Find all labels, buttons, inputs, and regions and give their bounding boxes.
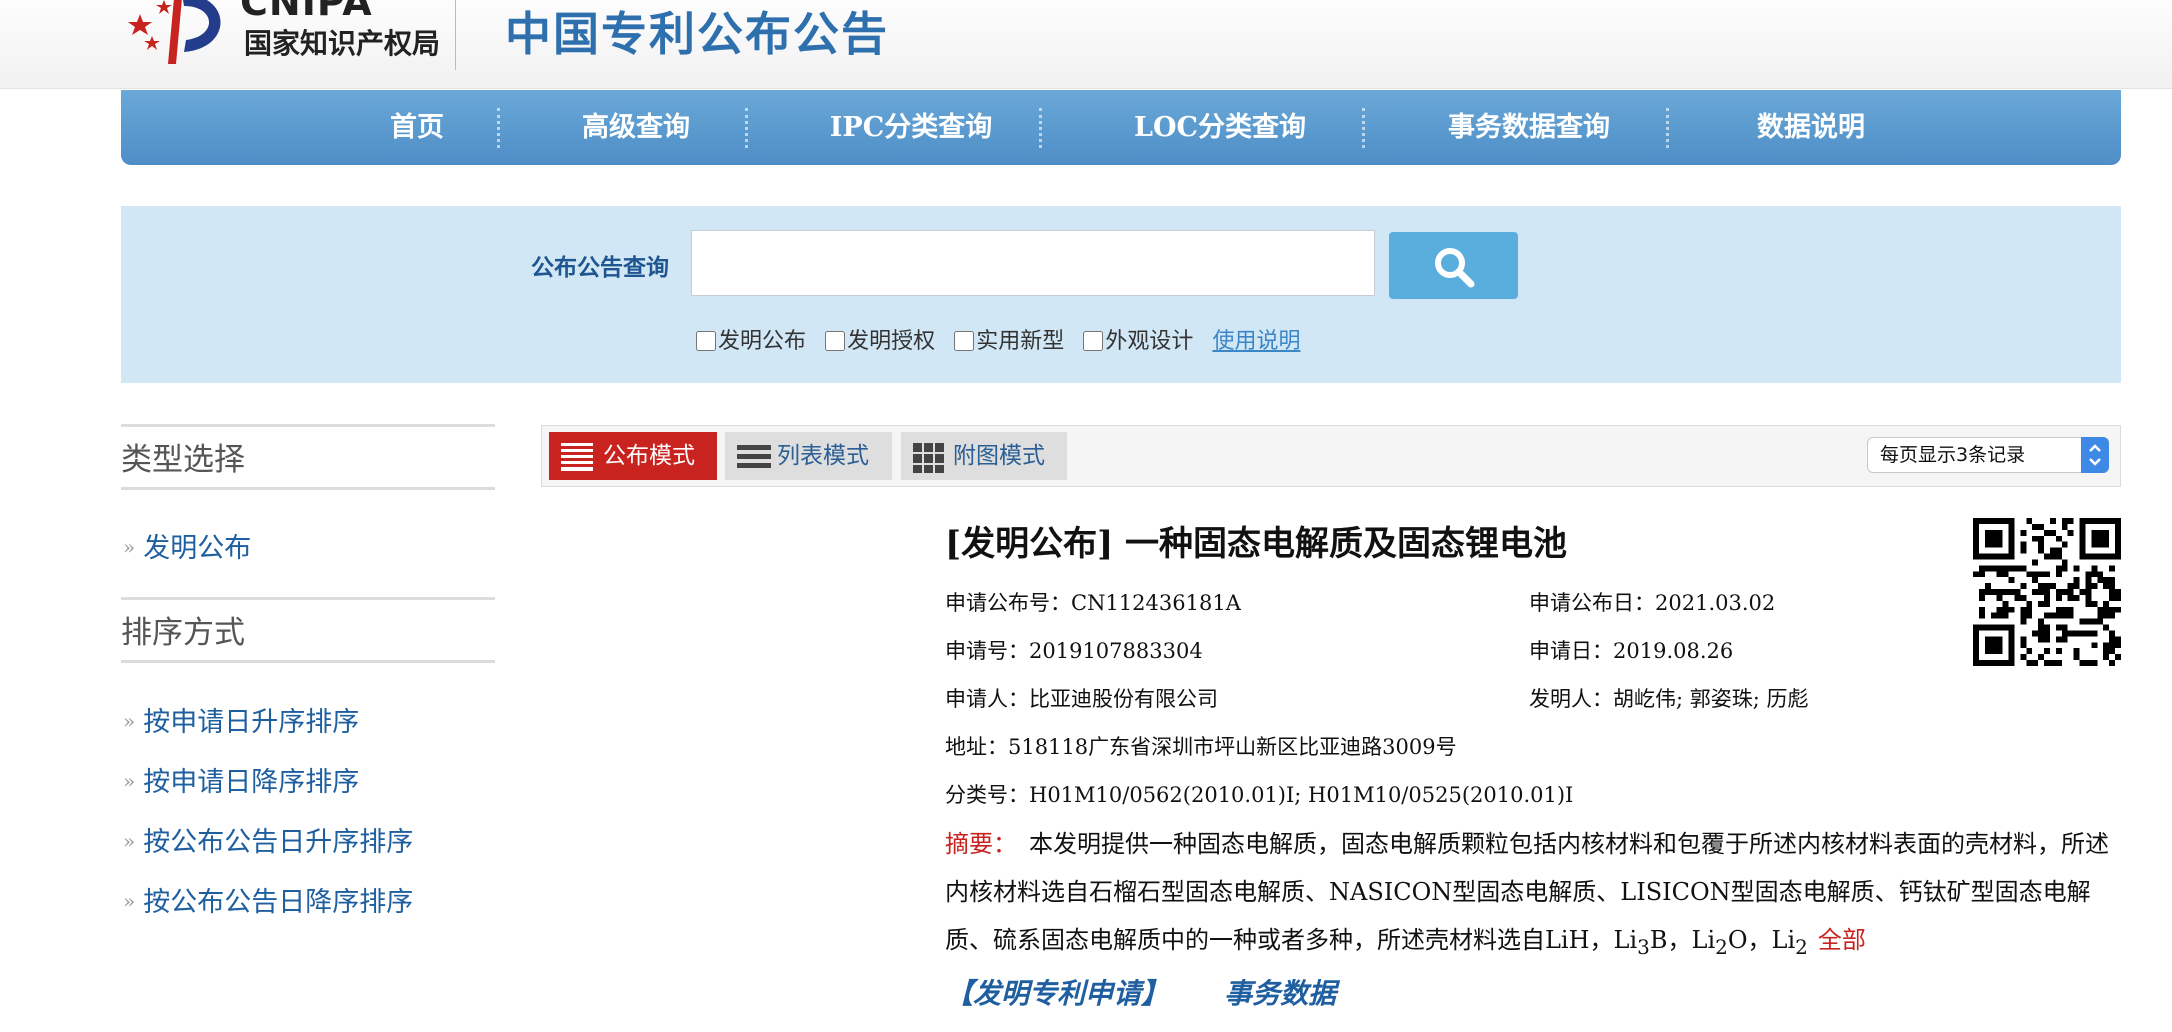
chevron-right-icon: » <box>123 709 136 733</box>
abstract-subscript: 2 <box>1795 934 1808 959</box>
site-title: 中国专利公布公告 <box>505 7 889 61</box>
search-button[interactable] <box>1389 232 1518 299</box>
abstract: 摘要： 本发明提供一种固态电解质，固态电解质颗粒包括内核材料和包覆于所述内核材料表… <box>945 820 2121 971</box>
inventor-field: 发明人：胡屹伟; 郭姿珠; 历彪 <box>1529 687 1809 711</box>
sort-appdate-desc[interactable]: » 按申请日降序排序 <box>123 760 359 799</box>
pub-number-field: 申请公布号：CN112436181A <box>945 591 1241 615</box>
abstract-text: 本发明提供一种固态电解质，固态电解质颗粒包括内核材料和包覆于所述内核材料表面的壳… <box>945 830 2109 954</box>
nav-home[interactable]: 首页 <box>347 90 487 165</box>
address-field: 地址：518118广东省深圳市坪山新区比亚迪路3009号 <box>945 735 1457 759</box>
nav-affairs-search[interactable]: 事务数据查询 <box>1397 90 1661 165</box>
qr-code <box>1973 518 2121 666</box>
pub-date-field: 申请公布日：2021.03.02 <box>1529 591 1776 615</box>
nav-data-description[interactable]: 数据说明 <box>1711 90 1911 165</box>
chevron-right-icon: » <box>123 769 136 793</box>
nav-separator <box>1362 108 1365 148</box>
sort-heading: 排序方式 <box>121 597 495 663</box>
checkbox[interactable] <box>825 331 846 351</box>
mode-list-button[interactable]: 列表模式 <box>725 432 892 480</box>
nav-separator <box>497 108 500 148</box>
select-stepper-icon <box>2081 437 2109 473</box>
abstract-subscript: 3 <box>1637 934 1650 959</box>
main-nav: 首页 高级查询 IPC分类查询 LOC分类查询 事务数据查询 数据说明 <box>121 90 2121 165</box>
mode-publication-button[interactable]: 公布模式 <box>549 432 717 480</box>
cnipa-logo[interactable]: CNIPA 国家知识产权局 <box>122 0 458 72</box>
app-number-field: 申请号：2019107883304 <box>945 639 1203 663</box>
sort-appdate-asc[interactable]: » 按申请日升序排序 <box>123 700 359 739</box>
classification-field: 分类号：H01M10/0562(2010.01)I; H01M10/0525(2… <box>945 783 1574 807</box>
abstract-text-cont: O，Li <box>1727 926 1796 954</box>
search-label: 公布公告查询 <box>531 254 669 281</box>
sort-pubdate-asc[interactable]: » 按公布公告日升序排序 <box>123 820 413 859</box>
nav-ipc-search[interactable]: IPC分类查询 <box>781 90 1041 165</box>
filter-invention-grant[interactable]: 发明授权 <box>825 323 935 355</box>
abstract-text-cont: B，Li <box>1649 926 1716 954</box>
chevron-right-icon: » <box>123 889 136 913</box>
list-icon <box>737 445 771 468</box>
mode-figure-button[interactable]: 附图模式 <box>901 432 1067 480</box>
checkbox[interactable] <box>696 331 716 351</box>
app-date-field: 申请日：2019.08.26 <box>1529 639 1734 663</box>
invention-application-link[interactable]: 【发明专利申请】 <box>945 977 1169 1010</box>
flag-icon <box>561 443 593 471</box>
sort-pubdate-desc[interactable]: » 按公布公告日降序排序 <box>123 880 413 919</box>
patent-title[interactable]: [发明公布] 一种固态电解质及固态锂电池 <box>945 516 1567 565</box>
checkbox[interactable] <box>1083 331 1104 351</box>
per-page-select[interactable]: 每页显示3条记录 <box>1867 437 2109 473</box>
filter-invention-publication[interactable]: 发明公布 <box>696 323 806 355</box>
applicant-field: 申请人：比亚迪股份有限公司 <box>945 687 1218 711</box>
checkbox[interactable] <box>954 331 975 351</box>
show-full-abstract-link[interactable]: 全部 <box>1818 926 1866 954</box>
cnipa-emblem-icon <box>128 0 221 64</box>
logo-chinese-text: 国家知识产权局 <box>244 27 441 60</box>
nav-separator <box>1666 108 1669 148</box>
affairs-data-link[interactable]: 事务数据 <box>1224 977 1336 1010</box>
nav-advanced-search[interactable]: 高级查询 <box>531 90 741 165</box>
search-icon <box>1435 248 1475 288</box>
grid-icon <box>913 443 944 473</box>
nav-separator <box>745 108 748 148</box>
header-divider <box>455 0 456 70</box>
chevron-right-icon: » <box>123 535 136 559</box>
filter-utility-model[interactable]: 实用新型 <box>954 323 1064 355</box>
abstract-label: 摘要： <box>945 830 1017 858</box>
type-select-heading: 类型选择 <box>121 424 495 490</box>
filter-design[interactable]: 外观设计 <box>1083 323 1193 355</box>
record-links: 【发明专利申请】 事务数据 <box>945 972 1336 1012</box>
type-filter-checkboxes: 发明公布 发明授权 实用新型 外观设计 使用说明 <box>696 323 1300 355</box>
search-input[interactable] <box>691 230 1375 296</box>
nav-loc-search[interactable]: LOC分类查询 <box>1085 90 1355 165</box>
view-mode-toolbar: 公布模式 列表模式 附图模式 每页显示3条记录 <box>541 425 2121 487</box>
search-panel: 公布公告查询 发明公布 发明授权 实用新型 外观设计 使用说明 <box>121 206 2121 383</box>
logo-english-text: CNIPA <box>240 0 373 24</box>
sidebar-item-invention-publication[interactable]: » 发明公布 <box>123 526 251 565</box>
nav-separator <box>1039 108 1042 148</box>
chevron-right-icon: » <box>123 829 136 853</box>
usage-help-link[interactable]: 使用说明 <box>1212 323 1300 355</box>
abstract-subscript: 2 <box>1715 934 1728 959</box>
site-header: CNIPA 国家知识产权局 中国专利公布公告 <box>0 0 2172 89</box>
